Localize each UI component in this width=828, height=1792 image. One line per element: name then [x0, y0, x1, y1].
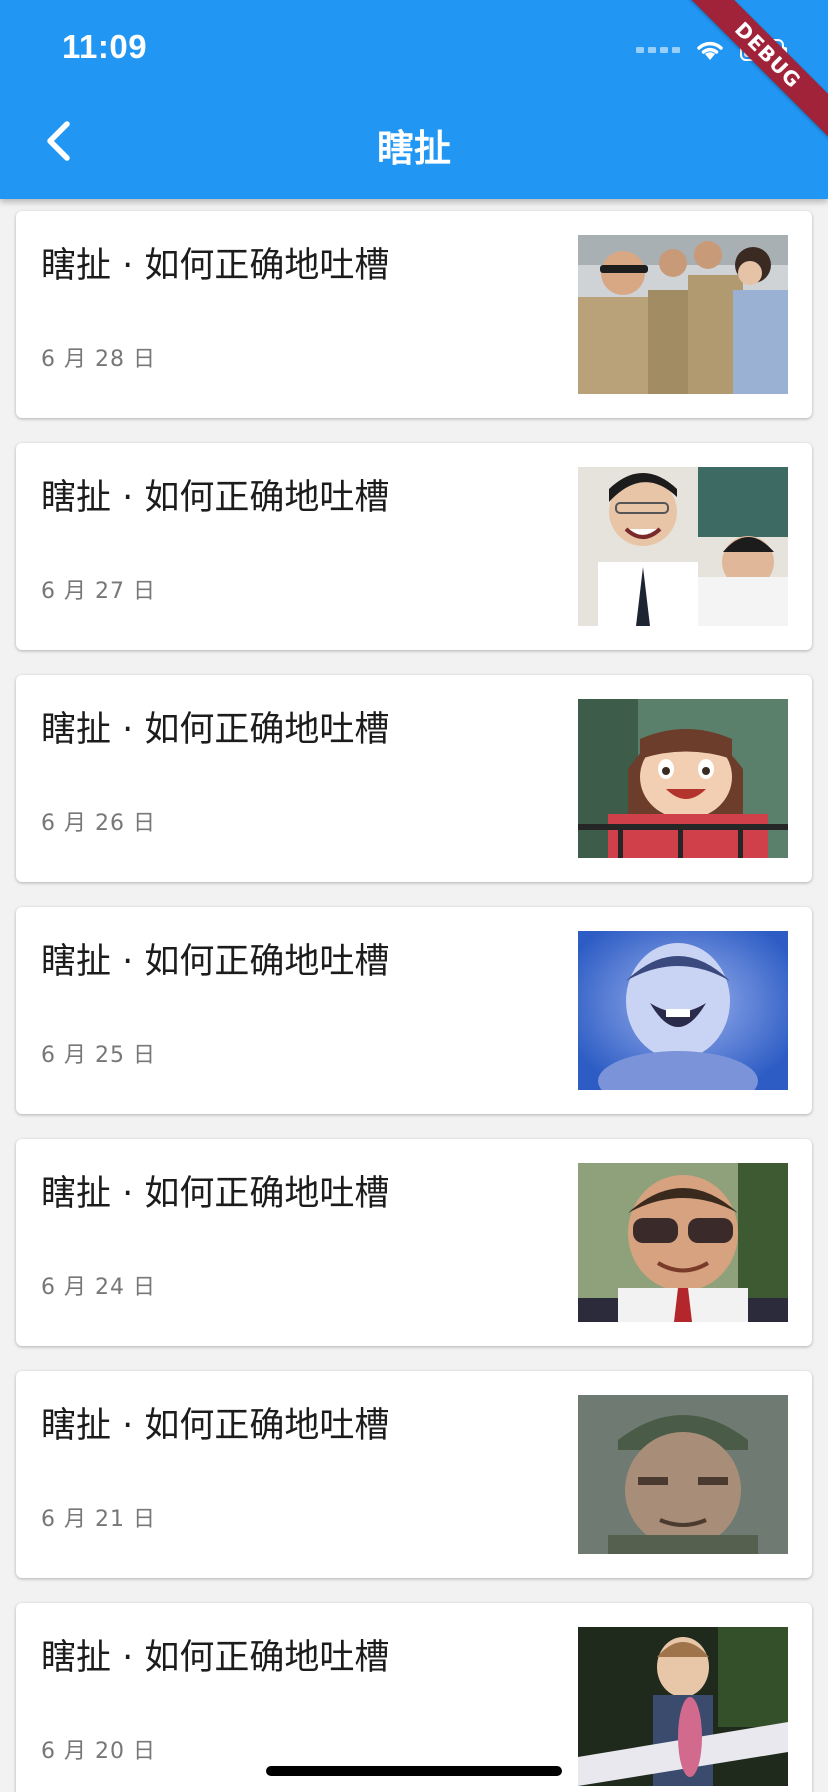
article-card[interactable]: 瞎扯 · 如何正确地吐槽 6 月 24 日 [16, 1139, 812, 1346]
status-time: 11:09 [62, 28, 148, 65]
soldiers-photo [578, 235, 788, 394]
anime-girl-photo [578, 699, 788, 858]
article-card[interactable]: 瞎扯 · 如何正确地吐槽 6 月 21 日 [16, 1371, 812, 1578]
article-thumbnail [578, 699, 788, 858]
article-thumbnail [578, 1627, 788, 1786]
old-soldier-photo [578, 1395, 788, 1554]
article-date: 6 月 26 日 [41, 811, 156, 836]
crying-boy-photo [578, 931, 788, 1090]
page-title: 瞎扯 [377, 127, 451, 170]
article-thumbnail [578, 931, 788, 1090]
laughing-students-photo [578, 467, 788, 626]
article-list: 瞎扯 · 如何正确地吐槽 6 月 28 日 瞎扯 · 如何正确地吐槽 6 月 2… [16, 211, 812, 1792]
sunglasses-kid-photo [578, 1163, 788, 1322]
article-title: 瞎扯 · 如何正确地吐槽 [41, 246, 390, 286]
wifi-icon [697, 41, 723, 60]
signal-icon [636, 47, 680, 53]
article-card[interactable]: 瞎扯 · 如何正确地吐槽 6 月 26 日 [16, 675, 812, 882]
article-thumbnail [578, 235, 788, 394]
article-card[interactable]: 瞎扯 · 如何正确地吐槽 6 月 28 日 [16, 211, 812, 418]
article-date: 6 月 21 日 [41, 1507, 156, 1532]
boy-with-plane-photo [578, 1627, 788, 1786]
article-thumbnail [578, 1163, 788, 1322]
article-date: 6 月 28 日 [41, 347, 156, 372]
article-date: 6 月 27 日 [41, 579, 156, 604]
article-date: 6 月 20 日 [41, 1739, 156, 1764]
article-title: 瞎扯 · 如何正确地吐槽 [41, 710, 390, 750]
article-title: 瞎扯 · 如何正确地吐槽 [41, 942, 390, 982]
article-title: 瞎扯 · 如何正确地吐槽 [41, 1174, 390, 1214]
article-title: 瞎扯 · 如何正确地吐槽 [41, 1406, 390, 1446]
app-bar: 11:09 瞎扯 [0, 0, 828, 199]
screen: DEBUG 11:09 瞎扯 瞎扯 · 如何正确地吐槽 6 月 28 日 瞎扯 … [0, 0, 828, 1792]
article-title: 瞎扯 · 如何正确地吐槽 [41, 1638, 390, 1678]
article-thumbnail [578, 1395, 788, 1554]
article-date: 6 月 25 日 [41, 1043, 156, 1068]
home-indicator[interactable] [266, 1766, 562, 1776]
article-card[interactable]: 瞎扯 · 如何正确地吐槽 6 月 27 日 [16, 443, 812, 650]
article-thumbnail [578, 467, 788, 626]
article-date: 6 月 24 日 [41, 1275, 156, 1300]
article-card[interactable]: 瞎扯 · 如何正确地吐槽 6 月 25 日 [16, 907, 812, 1114]
article-title: 瞎扯 · 如何正确地吐槽 [41, 478, 390, 518]
article-card[interactable]: 瞎扯 · 如何正确地吐槽 6 月 20 日 [16, 1603, 812, 1792]
